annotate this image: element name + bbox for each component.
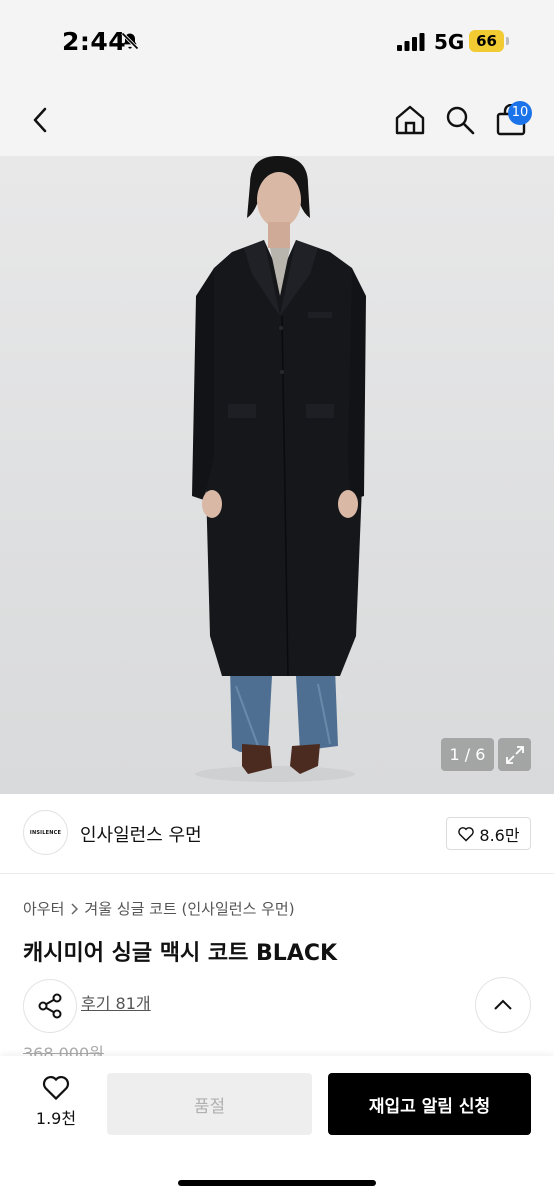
battery-level: 66: [476, 32, 497, 50]
brand-like-count: 8.6만: [479, 825, 520, 845]
brand-logo: INSILENCE: [23, 810, 68, 855]
share-icon: [38, 993, 62, 1019]
back-button[interactable]: [20, 100, 60, 140]
home-indicator: [178, 1180, 376, 1186]
breadcrumb-item[interactable]: 아우터: [23, 898, 64, 919]
brand-row[interactable]: INSILENCE 인사일런스 우먼 8.6만: [0, 794, 554, 874]
share-button[interactable]: [23, 979, 77, 1033]
search-button[interactable]: [440, 100, 480, 140]
search-icon: [446, 106, 475, 135]
home-button[interactable]: [390, 100, 430, 140]
soldout-button[interactable]: 품절: [107, 1073, 312, 1135]
wishlist-count: 1.9천: [35, 1109, 77, 1128]
wishlist-button[interactable]: 1.9천: [28, 1074, 84, 1134]
status-bar: 2:44 5G 66: [0, 0, 554, 90]
product-photo: [192, 156, 366, 782]
scroll-top-button[interactable]: [475, 977, 531, 1033]
chevron-up-icon: [494, 999, 512, 1010]
signal-bars-icon: [397, 33, 425, 51]
image-counter: 1 / 6: [441, 738, 494, 771]
back-chevron-icon: [33, 107, 47, 133]
product-image[interactable]: [0, 156, 554, 794]
status-time: 2:44: [62, 27, 127, 56]
home-icon: [395, 105, 425, 135]
restock-alert-button[interactable]: 재입고 알림 신청: [328, 1073, 531, 1135]
heart-outline-icon: [458, 826, 475, 842]
brand-name[interactable]: 인사일런스 우먼: [80, 821, 202, 847]
top-navigation: [0, 90, 554, 156]
breadcrumb-item[interactable]: 겨울 싱글 코트 (인사일런스 우먼): [84, 898, 294, 919]
brand-like-button[interactable]: 8.6만: [446, 817, 531, 850]
chevron-right-icon: [71, 902, 79, 915]
review-link[interactable]: 후기 81개: [81, 990, 151, 1014]
expand-image-button[interactable]: [498, 738, 531, 771]
cart-count-badge: 10: [508, 101, 532, 125]
battery-indicator: 66: [469, 30, 509, 52]
expand-arrows-icon: [505, 745, 524, 764]
battery-tip: [506, 37, 509, 45]
network-type: 5G: [434, 30, 465, 54]
breadcrumb: 아우터 겨울 싱글 코트 (인사일런스 우먼): [23, 898, 295, 919]
product-title: 캐시미어 싱글 맥시 코트 BLACK: [23, 941, 338, 966]
bell-slash-icon: [121, 32, 139, 50]
heart-outline-icon: [42, 1075, 70, 1101]
